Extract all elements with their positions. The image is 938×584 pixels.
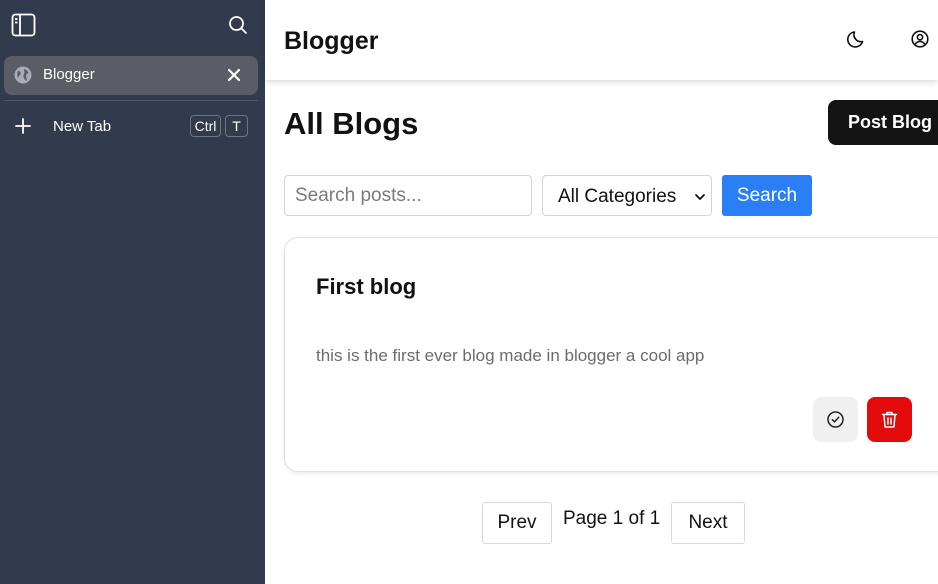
close-icon[interactable] xyxy=(226,67,242,83)
shortcut-t-key: T xyxy=(225,115,248,137)
post-blog-button[interactable]: Post Blog xyxy=(828,100,938,145)
search-input[interactable] xyxy=(284,175,532,216)
user-circle-icon[interactable] xyxy=(911,30,929,48)
main-content: All Blogs Post Blog All Categories Searc… xyxy=(265,80,938,584)
chevron-down-icon xyxy=(695,194,705,200)
blog-excerpt: this is the first ever blog made in blog… xyxy=(316,346,705,365)
app-title[interactable]: Blogger xyxy=(284,27,378,56)
sidebar-panel-icon[interactable] xyxy=(11,13,36,37)
prev-page-button[interactable]: Prev xyxy=(482,502,552,544)
browser-sidebar: Blogger New Tab Ctrl T xyxy=(0,0,265,584)
globe-icon xyxy=(14,66,32,84)
app-header: Blogger xyxy=(265,0,938,80)
search-button[interactable]: Search xyxy=(722,175,812,216)
plus-icon xyxy=(15,118,31,134)
search-icon[interactable] xyxy=(227,14,249,36)
tab-label: Blogger xyxy=(43,66,95,83)
new-tab-button[interactable]: New Tab Ctrl T xyxy=(4,108,258,144)
sidebar-toolbar xyxy=(0,0,265,52)
moon-icon[interactable] xyxy=(847,29,867,49)
blog-card: First blog this is the first ever blog m… xyxy=(284,237,938,472)
blog-title: First blog xyxy=(316,274,417,299)
delete-button[interactable] xyxy=(867,397,912,442)
category-select[interactable]: All Categories xyxy=(542,175,712,216)
category-select-value: All Categories xyxy=(558,186,677,207)
check-circle-icon xyxy=(827,411,844,428)
tab-blogger[interactable]: Blogger xyxy=(4,56,258,95)
new-tab-label: New Tab xyxy=(53,118,112,135)
trash-icon xyxy=(881,411,898,428)
sidebar-divider xyxy=(4,100,258,101)
approve-button[interactable] xyxy=(813,397,858,442)
page-title: All Blogs xyxy=(284,106,419,141)
page-indicator: Page 1 of 1 xyxy=(563,508,661,529)
shortcut-ctrl-key: Ctrl xyxy=(190,115,221,137)
next-page-button[interactable]: Next xyxy=(671,502,745,544)
